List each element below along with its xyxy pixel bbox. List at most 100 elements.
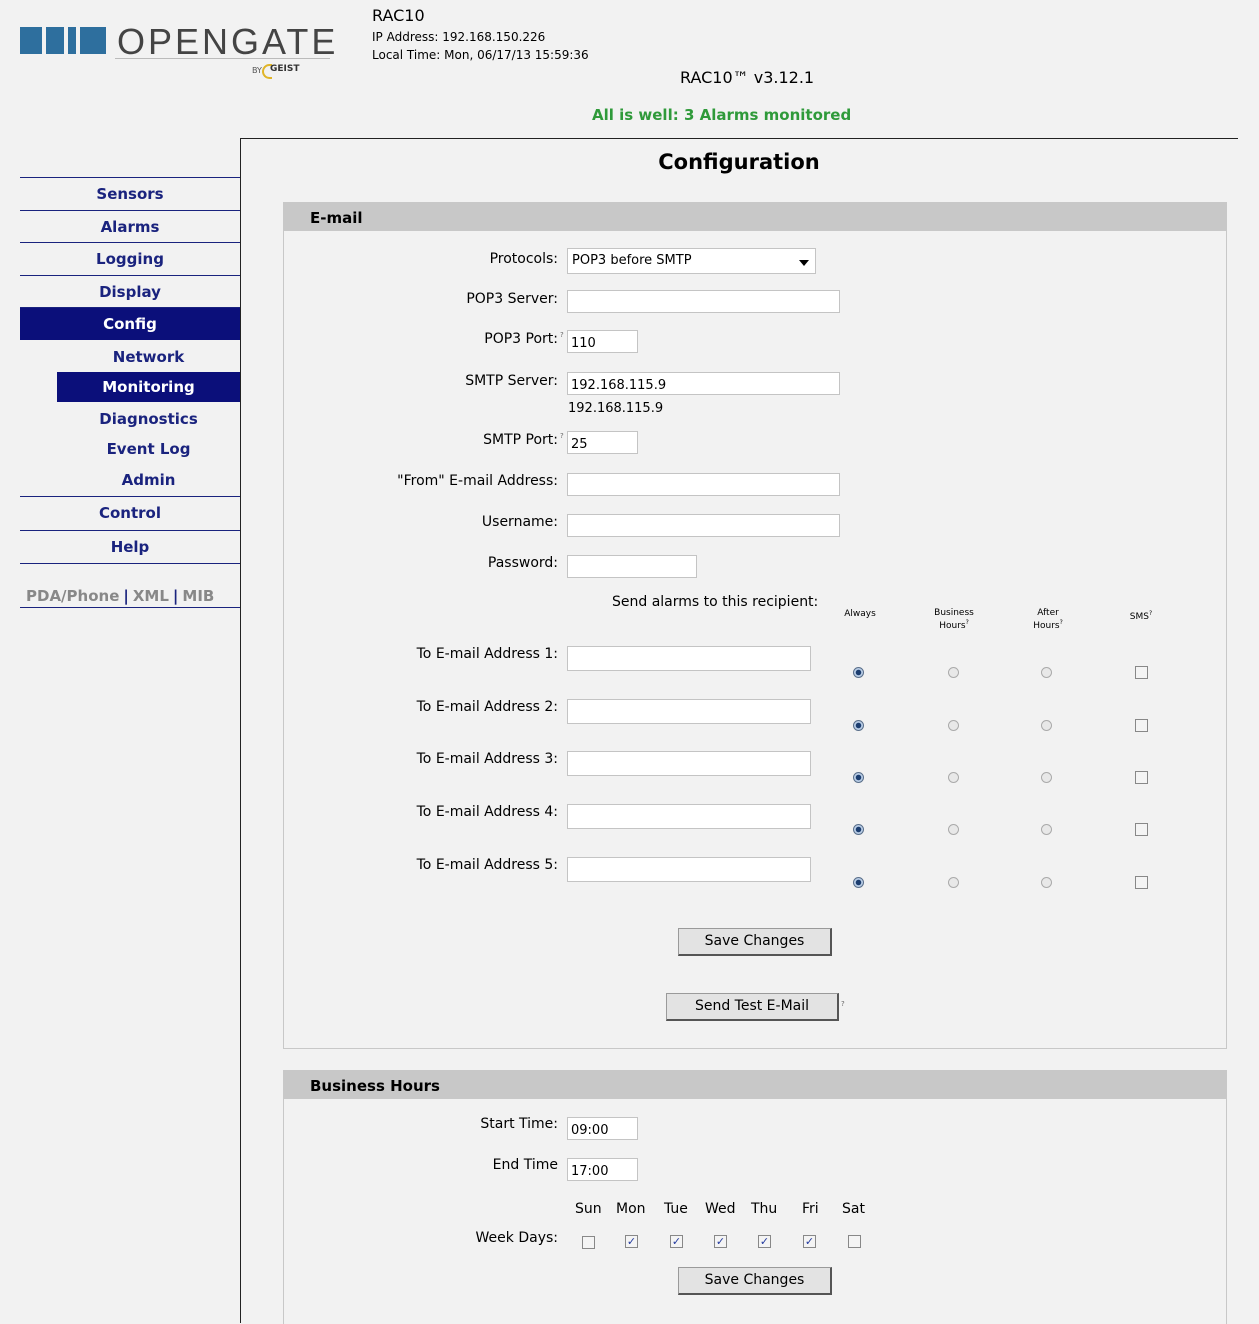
pop3-server-input[interactable] [567, 290, 840, 313]
recipient-5-label: To E-mail Address 5: [416, 857, 558, 873]
from-address-input[interactable] [567, 473, 840, 496]
logo-underline [115, 58, 330, 59]
help-icon[interactable]: ? [560, 331, 564, 339]
password-label: Password: [487, 555, 558, 571]
link-pda-phone[interactable]: PDA/Phone [26, 587, 119, 605]
day-header-sat: Sat [842, 1201, 865, 1217]
recipient-1-business-radio[interactable] [948, 667, 959, 678]
recipient-3-sms-checkbox[interactable] [1135, 771, 1148, 784]
help-icon[interactable]: ? [1149, 610, 1152, 617]
username-input[interactable] [567, 514, 840, 537]
pop3-port-input[interactable] [567, 330, 638, 353]
col-after-hours: After Hours? [1023, 608, 1073, 631]
recipient-1-input[interactable] [567, 646, 811, 671]
link-xml[interactable]: XML [133, 587, 169, 605]
sidebar-item-logging[interactable]: Logging [20, 242, 240, 275]
week-days-label: Week Days: [475, 1230, 558, 1246]
recipient-3-label: To E-mail Address 3: [416, 751, 558, 767]
recipient-3-after-radio[interactable] [1041, 772, 1052, 783]
alarm-status: All is well: 3 Alarms monitored [592, 106, 852, 124]
recipient-1-sms-checkbox[interactable] [1135, 666, 1148, 679]
link-separator: | [172, 587, 179, 605]
end-time-input[interactable] [567, 1158, 638, 1181]
recipient-4-after-radio[interactable] [1041, 824, 1052, 835]
start-time-input[interactable] [567, 1117, 638, 1140]
logo-brand: GEIST [270, 64, 300, 74]
recipient-1-after-radio[interactable] [1041, 667, 1052, 678]
recipient-5-always-radio[interactable] [853, 877, 864, 888]
sidebar-subitem-event-log[interactable]: Event Log [57, 434, 240, 464]
email-panel-title: E-mail [284, 203, 1226, 231]
end-time-label: End Time [492, 1157, 558, 1173]
day-header-sun: Sun [575, 1201, 602, 1217]
smtp-server-label: SMTP Server: [465, 373, 558, 389]
recipient-2-input[interactable] [567, 699, 811, 724]
col-after-line2: Hours [1033, 621, 1060, 631]
recipient-4-business-radio[interactable] [948, 824, 959, 835]
day-checkbox-fri[interactable]: ✓ [803, 1235, 816, 1248]
username-label: Username: [481, 514, 558, 530]
recipient-2-sms-checkbox[interactable] [1135, 719, 1148, 732]
sidebar-item-sensors[interactable]: Sensors [20, 177, 240, 210]
day-header-tue: Tue [664, 1201, 688, 1217]
sidebar-subitem-diagnostics[interactable]: Diagnostics [57, 404, 240, 434]
recipient-1-always-radio[interactable] [853, 667, 864, 678]
device-name: RAC10 [372, 6, 425, 25]
recipient-5-business-radio[interactable] [948, 877, 959, 888]
col-business-hours: Business Hours? [929, 608, 979, 631]
sidebar-item-alarms[interactable]: Alarms [20, 210, 240, 243]
help-icon[interactable]: ? [841, 1000, 845, 1008]
recipient-4-input[interactable] [567, 804, 811, 829]
link-mib[interactable]: MIB [182, 587, 214, 605]
email-save-button[interactable]: Save Changes [678, 928, 832, 956]
recipient-4-always-radio[interactable] [853, 824, 864, 835]
sidebar-subitem-network[interactable]: Network [57, 342, 240, 372]
help-icon[interactable]: ? [966, 619, 969, 626]
recipient-2-business-radio[interactable] [948, 720, 959, 731]
col-business-line1: Business [934, 608, 974, 618]
smtp-port-input[interactable] [567, 431, 638, 454]
logo-text: OPENGATE [117, 21, 339, 62]
sidebar-links: PDA/Phone | XML | MIB [26, 587, 246, 605]
col-sms: SMS? [1116, 609, 1166, 622]
send-test-email-button[interactable]: Send Test E-Mail [666, 993, 839, 1021]
sidebar-item-config[interactable]: Config [20, 307, 240, 340]
chevron-down-icon [799, 260, 809, 266]
firmware-version: RAC10™ v3.12.1 [680, 68, 815, 87]
day-checkbox-wed[interactable]: ✓ [714, 1235, 727, 1248]
recipient-3-business-radio[interactable] [948, 772, 959, 783]
recipient-3-input[interactable] [567, 751, 811, 776]
help-icon[interactable]: ? [560, 432, 564, 440]
recipient-5-input[interactable] [567, 857, 811, 882]
recipient-2-after-radio[interactable] [1041, 720, 1052, 731]
day-checkbox-sat[interactable] [848, 1235, 861, 1248]
ip-address: IP Address: 192.168.150.226 [372, 30, 546, 44]
page-title: Configuration [658, 150, 820, 174]
recipient-5-after-radio[interactable] [1041, 877, 1052, 888]
sidebar-subitem-admin[interactable]: Admin [57, 465, 240, 495]
sidebar-item-help[interactable]: Help [20, 530, 240, 563]
business-hours-save-button[interactable]: Save Changes [678, 1267, 832, 1295]
sidebar-item-control[interactable]: Control [20, 496, 240, 529]
day-checkbox-tue[interactable]: ✓ [670, 1235, 683, 1248]
col-business-line2: Hours [939, 621, 966, 631]
password-input[interactable] [567, 555, 697, 578]
local-time: Local Time: Mon, 06/17/13 15:59:36 [372, 48, 589, 62]
sidebar-subitem-monitoring[interactable]: Monitoring [57, 372, 240, 402]
help-icon[interactable]: ? [1060, 619, 1063, 626]
day-checkbox-sun[interactable] [582, 1236, 595, 1249]
day-checkbox-thu[interactable]: ✓ [758, 1235, 771, 1248]
day-checkbox-mon[interactable]: ✓ [625, 1235, 638, 1248]
recipient-5-sms-checkbox[interactable] [1135, 876, 1148, 889]
sidebar-item-display[interactable]: Display [20, 275, 240, 308]
recipient-2-always-radio[interactable] [853, 720, 864, 731]
recipient-4-sms-checkbox[interactable] [1135, 823, 1148, 836]
recipient-3-always-radio[interactable] [853, 772, 864, 783]
protocols-select[interactable]: POP3 before SMTP [567, 248, 816, 274]
smtp-server-input[interactable] [567, 372, 840, 395]
protocols-label: Protocols: [489, 251, 558, 267]
header-divider [240, 138, 1238, 139]
day-header-wed: Wed [705, 1201, 736, 1217]
recipient-4-label: To E-mail Address 4: [416, 804, 558, 820]
recipient-2-label: To E-mail Address 2: [416, 699, 558, 715]
